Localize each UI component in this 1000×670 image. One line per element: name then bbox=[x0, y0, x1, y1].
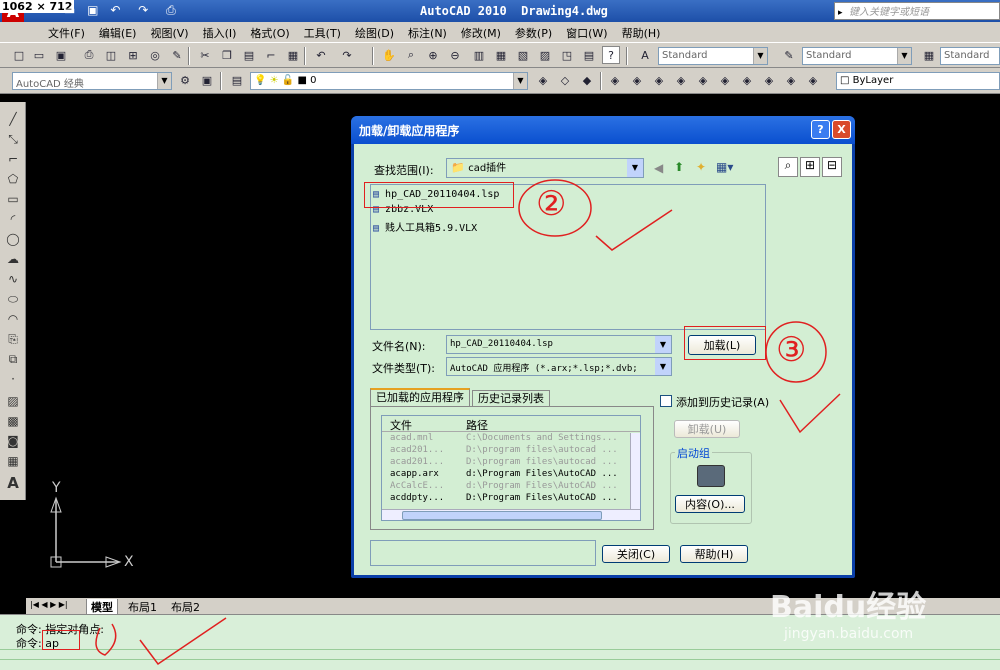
watermark-brand: Baidu经验 bbox=[770, 590, 927, 625]
annotation-3: ③ bbox=[776, 330, 807, 370]
watermark-url: jingyan.baidu.com bbox=[784, 626, 914, 642]
annotation-2: ② bbox=[536, 184, 567, 224]
watermark: Baidu经验 jingyan.baidu.com bbox=[770, 570, 990, 660]
